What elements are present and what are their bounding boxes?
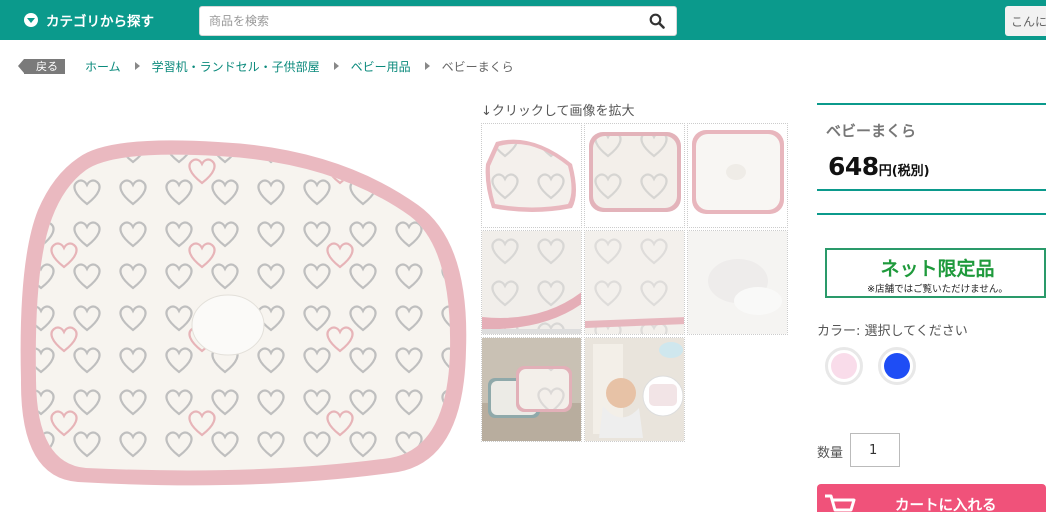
thumbnail-4[interactable] <box>481 230 582 335</box>
chevron-down-icon <box>24 13 38 27</box>
chevron-right-icon <box>134 62 140 70</box>
divider <box>817 213 1046 215</box>
back-button[interactable]: 戻る <box>18 58 65 74</box>
color-swatch-pink-fill <box>831 353 857 379</box>
category-button[interactable]: カテゴリから探す <box>24 9 154 31</box>
breadcrumb: 戻る ホーム 学習机・ランドセル・子供部屋 ベビー用品 ベビーまくら <box>18 57 514 75</box>
price-unit: 円(税別) <box>878 164 930 179</box>
chevron-right-icon <box>424 62 430 70</box>
add-to-cart-button[interactable]: カートに入れる <box>817 484 1046 512</box>
gallery-caption: ↓クリックして画像を拡大 <box>481 104 635 119</box>
search-icon[interactable] <box>649 13 665 29</box>
net-limited-badge: ネット限定品 ※店舗ではご覧いただけません。 <box>825 248 1046 298</box>
main-product-image <box>20 140 467 486</box>
color-swatch-blue-fill <box>884 353 910 379</box>
breadcrumb-baby-goods[interactable]: ベビー用品 <box>351 58 411 75</box>
breadcrumb-kids-room[interactable]: 学習机・ランドセル・子供部屋 <box>152 58 320 75</box>
price-value: 648 <box>828 152 879 181</box>
search-input[interactable] <box>200 7 630 35</box>
color-swatch-pink[interactable] <box>825 347 863 385</box>
net-limited-note: ※店舗ではご覧いただけません。 <box>867 284 1008 295</box>
category-button-label: カテゴリから探す <box>46 14 154 30</box>
breadcrumb-current: ベビーまくら <box>441 59 514 74</box>
color-swatch-blue[interactable] <box>878 347 916 385</box>
greeting-button[interactable]: こんに <box>1005 6 1046 36</box>
breadcrumb-home[interactable]: ホーム <box>85 58 121 75</box>
product-name: ベビーまくら <box>826 122 917 140</box>
net-limited-title: ネット限定品 <box>880 258 995 280</box>
color-label: カラー: 選択してください <box>817 324 968 339</box>
cart-icon <box>825 494 856 512</box>
thumbnail-3[interactable] <box>687 123 788 228</box>
top-bar: カテゴリから探す こんに <box>0 0 1046 40</box>
thumbnail-7[interactable] <box>481 337 582 442</box>
thumbnail-2[interactable] <box>584 123 685 228</box>
quantity-input[interactable] <box>850 433 900 467</box>
product-price: 648円(税別) <box>828 152 930 181</box>
search-box <box>199 6 677 36</box>
thumbnail-5[interactable] <box>584 230 685 335</box>
product-header: ベビーまくら 648円(税別) <box>817 103 1046 191</box>
chevron-right-icon <box>333 62 339 70</box>
thumbnail-1[interactable] <box>481 123 582 228</box>
quantity-label: 数量 <box>817 446 844 461</box>
thumbnail-6[interactable] <box>687 230 788 335</box>
thumbnail-8[interactable] <box>584 337 685 442</box>
add-to-cart-label: カートに入れる <box>895 498 997 512</box>
